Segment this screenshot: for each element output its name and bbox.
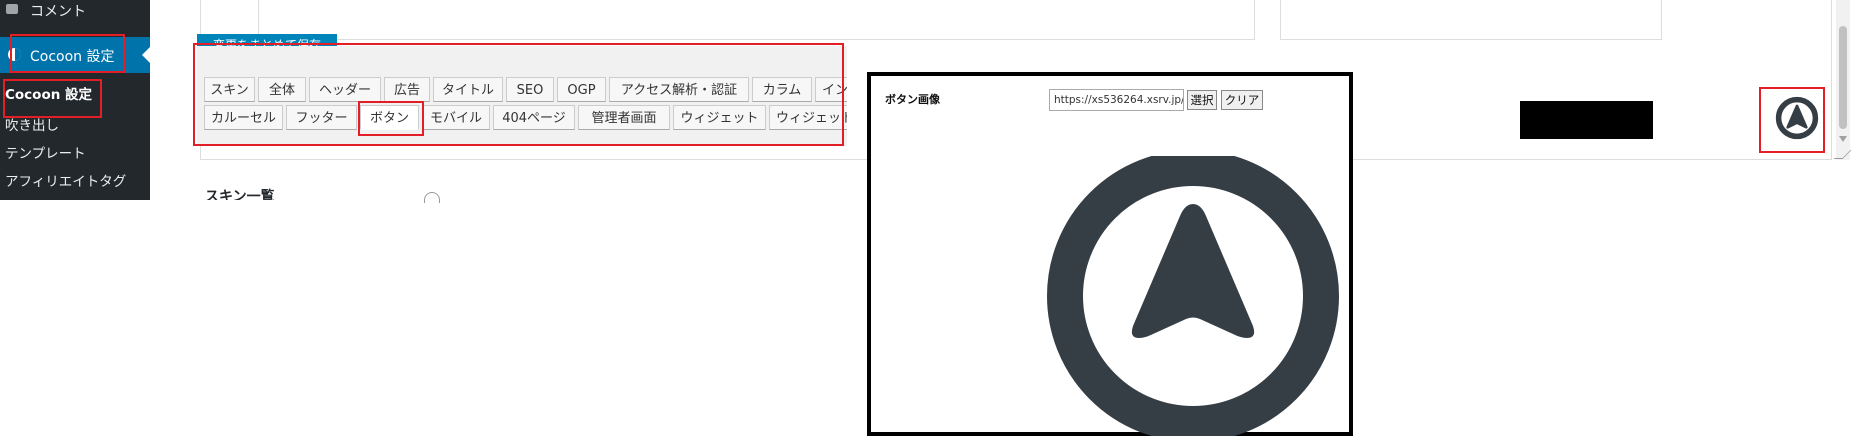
- scroll-down-arrow-icon[interactable]: [1839, 136, 1847, 142]
- circle-navigation-arrow-icon: [1047, 156, 1339, 436]
- scrollbar[interactable]: [1836, 0, 1850, 160]
- redacted-preview: [1520, 101, 1653, 139]
- button-image-url-input[interactable]: https://xs536264.xsrv.jp/w: [1049, 89, 1184, 111]
- sidebar-item-comments[interactable]: コメント: [0, 0, 150, 22]
- button-image-label: ボタン画像: [885, 93, 940, 106]
- clear-image-button[interactable]: クリア: [1221, 90, 1263, 110]
- skin-list-heading: スキン一覧: [205, 189, 275, 200]
- text-area-field[interactable]: [258, 0, 1255, 40]
- current-menu-arrow-icon: [142, 47, 150, 63]
- zoomed-callout: ボタン画像 https://xs536264.xsrv.jp/w 選択 クリア: [867, 72, 1353, 436]
- scrollbar-thumb[interactable]: [1839, 26, 1847, 129]
- comment-icon: [6, 4, 18, 14]
- highlight-cocoon-menu: [10, 34, 125, 73]
- highlight-go-to-top-icon: [1759, 87, 1825, 153]
- submenu-item-template[interactable]: テンプレート: [5, 142, 86, 162]
- radio-button[interactable]: [424, 192, 440, 203]
- highlight-cocoon-submenu: [3, 79, 102, 118]
- highlight-tabs: [193, 43, 844, 146]
- submenu-item-affiliate-tag[interactable]: アフィリエイトタグ: [5, 170, 126, 190]
- text-area-field[interactable]: [1280, 0, 1662, 40]
- select-image-button[interactable]: 選択: [1187, 90, 1217, 110]
- sidebar-item-label: コメント: [30, 4, 86, 20]
- highlight-button-tab: [358, 101, 424, 136]
